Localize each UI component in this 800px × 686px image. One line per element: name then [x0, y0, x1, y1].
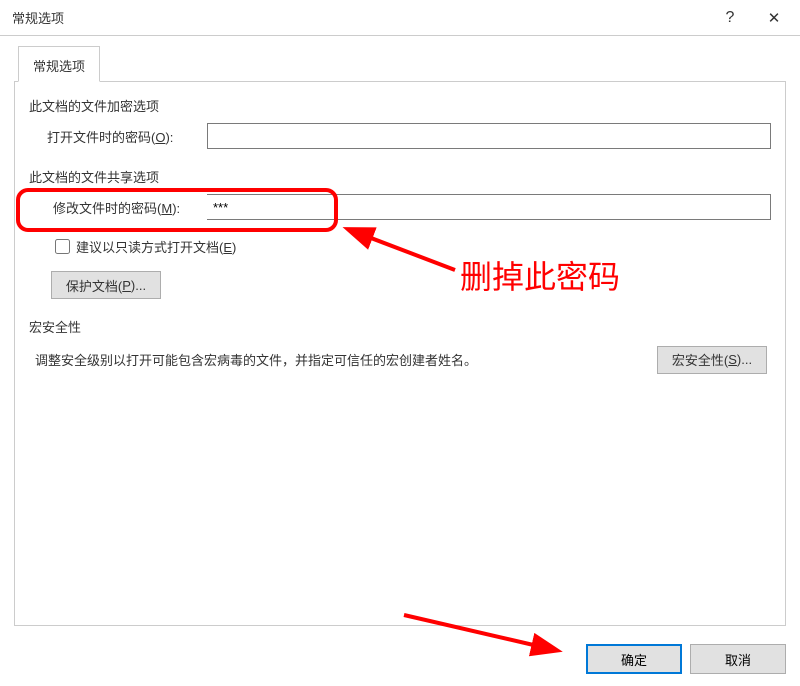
readonly-label: 建议以只读方式打开文档(E) [76, 237, 236, 256]
open-password-label: 打开文件时的密码(O): [47, 127, 207, 146]
tabstrip: 常规选项 [14, 46, 786, 82]
section-sharing-title: 此文档的文件共享选项 [29, 167, 771, 186]
titlebar: 常规选项 ? ✕ [0, 0, 800, 36]
macro-description: 调整安全级别以打开可能包含宏病毒的文件，并指定可信任的宏创建者姓名。 [35, 350, 477, 369]
section-encryption-title: 此文档的文件加密选项 [29, 96, 771, 115]
readonly-checkbox-row: 建议以只读方式打开文档(E) [51, 236, 771, 257]
dialog-footer: 确定 取消 [586, 644, 786, 674]
readonly-checkbox[interactable] [55, 239, 70, 254]
open-password-row: 打开文件时的密码(O): [47, 123, 771, 149]
window-title: 常规选项 [12, 8, 64, 27]
titlebar-controls: ? ✕ [708, 2, 796, 34]
modify-password-row: 修改文件时的密码(M): [47, 194, 771, 220]
tab-general-options[interactable]: 常规选项 [18, 46, 100, 82]
close-button[interactable]: ✕ [752, 2, 796, 34]
content-panel: 此文档的文件加密选项 打开文件时的密码(O): 此文档的文件共享选项 修改文件时… [14, 82, 786, 626]
protect-document-button[interactable]: 保护文档(P)... [51, 271, 161, 299]
modify-password-label: 修改文件时的密码(M): [47, 198, 207, 217]
open-password-input[interactable] [207, 123, 771, 149]
cancel-button[interactable]: 取消 [690, 644, 786, 674]
macro-security-button[interactable]: 宏安全性(S)... [657, 346, 767, 374]
ok-button[interactable]: 确定 [586, 644, 682, 674]
section-macro-title: 宏安全性 [29, 317, 771, 336]
macro-row: 调整安全级别以打开可能包含宏病毒的文件，并指定可信任的宏创建者姓名。 宏安全性(… [29, 344, 771, 375]
annotation-text-delete-password: 删掉此密码 [460, 252, 620, 298]
modify-password-input[interactable] [207, 194, 771, 220]
help-button[interactable]: ? [708, 2, 752, 34]
